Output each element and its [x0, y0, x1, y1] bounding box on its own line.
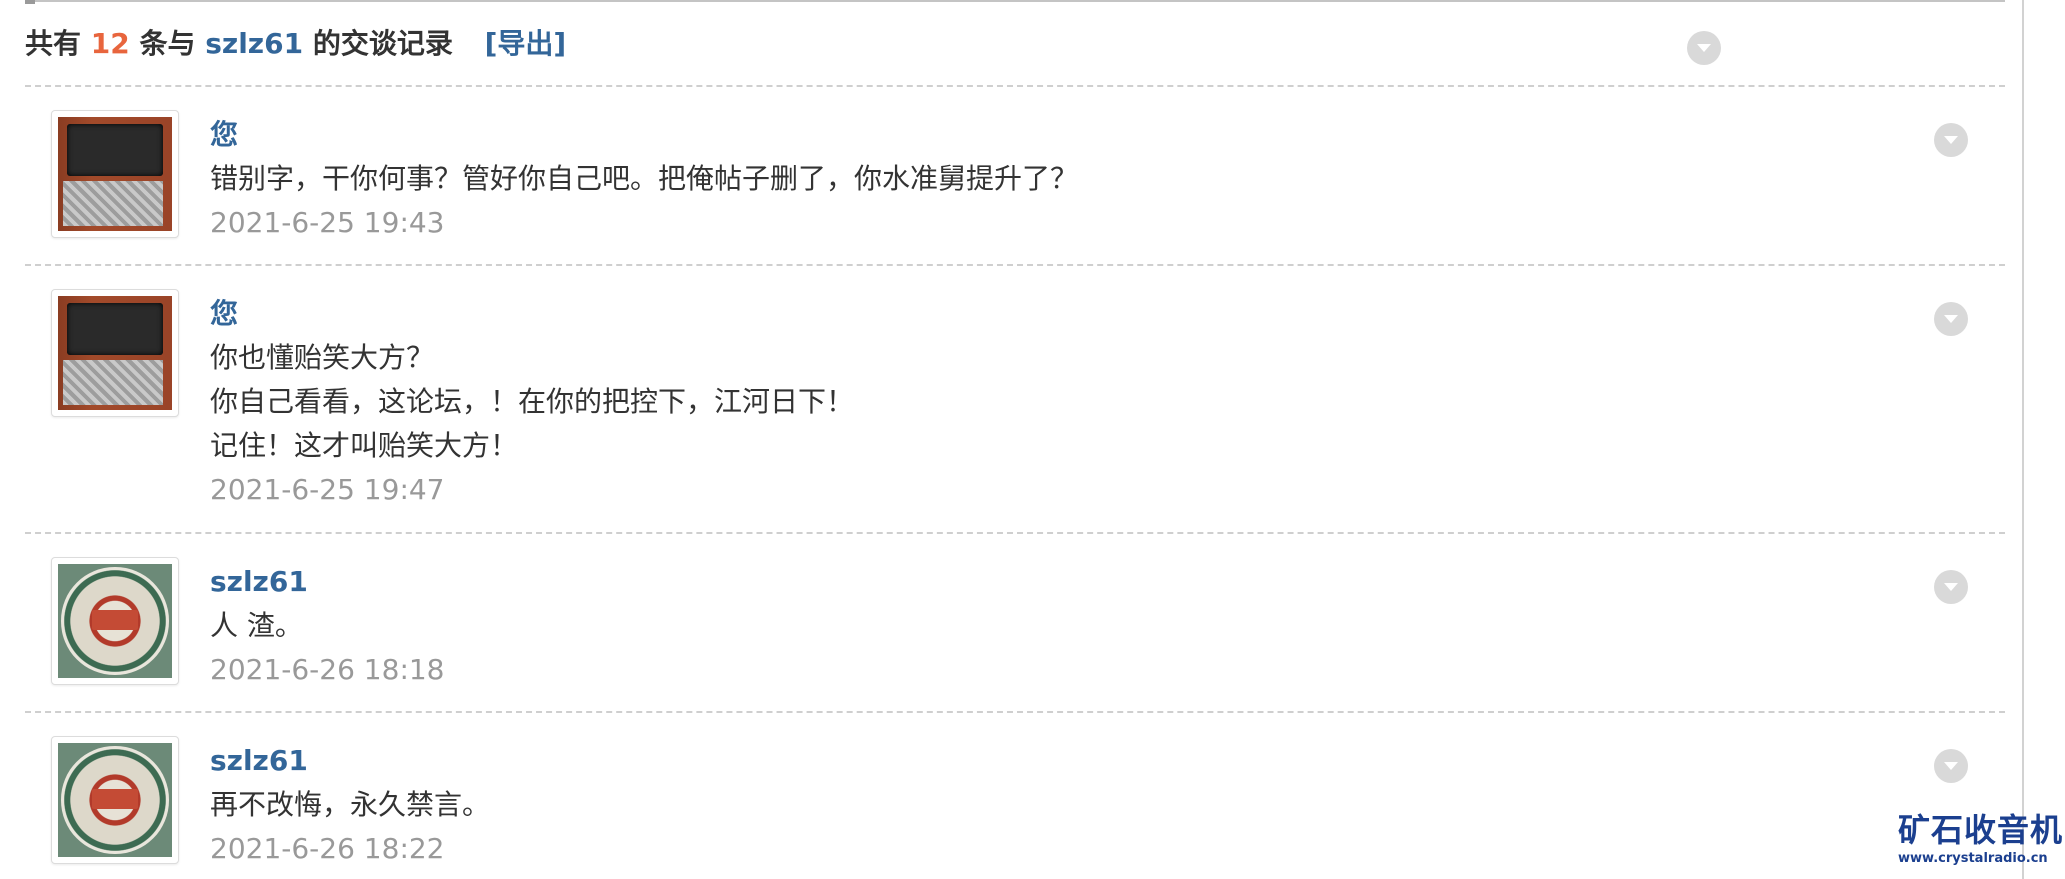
divider — [25, 711, 2005, 713]
message-body: szlz61 人 渣。 2021-6-26 18:18 — [210, 560, 1910, 692]
divider — [25, 264, 2005, 266]
conversation-header: 共有 12 条与 szlz61 的交谈记录 [导出] — [25, 22, 566, 66]
message-time: 2021-6-25 19:47 — [210, 473, 445, 506]
message-text: 你自己看看，这论坛，！在你的把控下，江河日下！ — [210, 385, 855, 418]
message-body: szlz61 再不改悔，永久禁言。 2021-6-26 18:22 — [210, 739, 1910, 871]
message-collapse-icon[interactable] — [1934, 123, 1968, 157]
avatar[interactable] — [51, 557, 179, 685]
message-text: 错别字，干你何事？管好你自己吧。把俺帖子删了，你水准舅提升了？ — [210, 162, 1079, 195]
header-mid: 条与 — [139, 27, 196, 60]
message-body: 您 错别字，干你何事？管好你自己吧。把俺帖子删了，你水准舅提升了？ 2021-6… — [210, 113, 1910, 245]
message-text: 再不改悔，永久禁言。 — [210, 788, 491, 821]
message-count: 12 — [90, 27, 130, 60]
message-text: 记住！这才叫贻笑大方！ — [210, 429, 519, 462]
message-body: 您 你也懂贻笑大方？ 你自己看看，这论坛，！在你的把控下，江河日下！ 记住！这才… — [210, 292, 1910, 512]
message-collapse-icon[interactable] — [1934, 570, 1968, 604]
header-collapse-icon[interactable] — [1687, 31, 1721, 65]
right-border — [2022, 0, 2024, 879]
message-time: 2021-6-26 18:22 — [210, 832, 445, 865]
message-text: 你也懂贻笑大方？ — [210, 341, 435, 374]
message-sender-link[interactable]: szlz61 — [210, 560, 1910, 604]
message-sender-link[interactable]: 您 — [210, 292, 1910, 336]
header-username-link[interactable]: szlz61 — [205, 27, 303, 60]
message-collapse-icon[interactable] — [1934, 302, 1968, 336]
header-suffix: 的交谈记录 — [312, 27, 453, 60]
avatar[interactable] — [51, 736, 179, 864]
avatar[interactable] — [51, 110, 179, 238]
watermark-url: www.crystalradio.cn — [1898, 851, 2048, 866]
divider — [25, 85, 2005, 87]
avatar[interactable] — [51, 289, 179, 417]
battery-avatar-image — [58, 296, 172, 410]
site-watermark: 矿石收音机 www.crystalradio.cn — [1898, 810, 2064, 868]
top-border — [25, 0, 2005, 2]
watermark-name: 矿石收音机 — [1898, 811, 2064, 849]
divider — [25, 532, 2005, 534]
message-time: 2021-6-26 18:18 — [210, 653, 445, 686]
export-link[interactable]: [导出] — [485, 27, 567, 60]
seal-avatar-image — [58, 743, 172, 857]
message-time: 2021-6-25 19:43 — [210, 206, 445, 239]
battery-avatar-image — [58, 117, 172, 231]
top-border-tick — [25, 0, 35, 4]
message-text: 人 渣。 — [210, 609, 303, 642]
message-collapse-icon[interactable] — [1934, 749, 1968, 783]
header-prefix: 共有 — [25, 27, 82, 60]
message-sender-link[interactable]: szlz61 — [210, 739, 1910, 783]
seal-avatar-image — [58, 564, 172, 678]
message-sender-link[interactable]: 您 — [210, 113, 1910, 157]
